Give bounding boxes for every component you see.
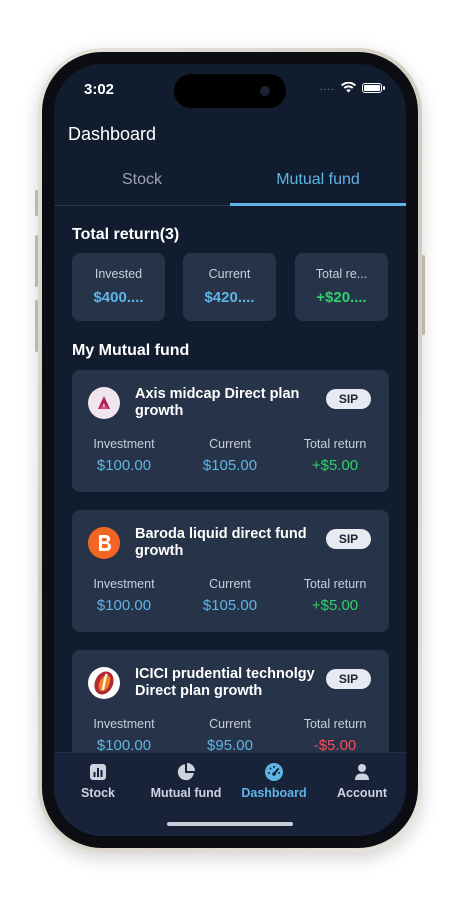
axis-logo-icon	[88, 387, 120, 419]
investment-column: Investment $100.00	[74, 577, 174, 614]
investment-value: $100.00	[96, 457, 152, 474]
return-value: +$5.00	[311, 457, 359, 474]
summary-label: Current	[208, 267, 251, 281]
investment-label: Investment	[93, 577, 155, 591]
nav-label: Dashboard	[241, 786, 307, 800]
fund-card-baroda[interactable]: Baroda liquid direct fund growth SIP Inv…	[72, 510, 389, 632]
current-column: Current $95.00	[180, 717, 280, 752]
summary-card-current: Current $420....	[183, 253, 276, 321]
signal-icon: ....	[319, 82, 335, 93]
fund-name: Axis midcap Direct plan growth	[135, 386, 300, 419]
mute-switch	[35, 190, 38, 216]
fund-name: ICICI prudential technolgy Direct plan g…	[135, 666, 315, 699]
nav-item-account[interactable]: Account	[318, 762, 406, 800]
investment-value: $100.00	[96, 737, 152, 752]
volume-down-button	[35, 300, 38, 352]
battery-icon	[362, 82, 385, 93]
tab-bar: Stock Mutual fund	[54, 168, 406, 206]
my-mutual-fund-heading: My Mutual fund	[72, 342, 190, 359]
sip-badge: SIP	[326, 529, 371, 549]
return-label: Total return	[303, 437, 367, 451]
return-column: Total return +$5.00	[285, 577, 385, 614]
current-label: Current	[209, 437, 251, 451]
return-column: Total return -$5.00	[285, 717, 385, 752]
current-label: Current	[209, 717, 251, 731]
nav-label: Mutual fund	[150, 786, 222, 800]
current-column: Current $105.00	[180, 437, 280, 474]
investment-label: Investment	[93, 717, 155, 731]
current-value: $105.00	[202, 597, 258, 614]
icici-logo-icon	[88, 667, 120, 699]
tab-stock[interactable]: Stock	[54, 168, 230, 192]
camera-icon	[260, 86, 270, 96]
page-title: Dashboard	[68, 124, 157, 144]
person-icon	[355, 764, 369, 780]
sip-badge: SIP	[326, 669, 371, 689]
return-value: +$5.00	[311, 597, 359, 614]
summary-value: +$20....	[316, 289, 367, 306]
summary-label: Invested	[94, 267, 143, 281]
current-column: Current $105.00	[180, 577, 280, 614]
return-label: Total return	[303, 577, 367, 591]
baroda-logo-icon	[88, 527, 120, 559]
investment-value: $100.00	[96, 597, 152, 614]
current-value: $105.00	[202, 457, 258, 474]
status-bar: 3:02 ....	[54, 64, 406, 114]
return-column: Total return +$5.00	[285, 437, 385, 474]
current-label: Current	[209, 577, 251, 591]
nav-label: Stock	[80, 786, 116, 800]
summary-card-total-return: Total re... +$20....	[295, 253, 388, 321]
investment-column: Investment $100.00	[74, 717, 174, 752]
return-label: Total return	[303, 717, 367, 731]
power-button	[422, 255, 425, 335]
summary-label: Total re...	[315, 267, 368, 281]
dynamic-island	[174, 74, 286, 108]
chart-bar-icon	[90, 764, 106, 780]
investment-column: Investment $100.00	[74, 437, 174, 474]
sip-badge: SIP	[326, 389, 371, 409]
current-value: $95.00	[207, 737, 253, 752]
fund-card-icici[interactable]: ICICI prudential technolgy Direct plan g…	[72, 650, 389, 752]
tab-mutual-fund[interactable]: Mutual fund	[230, 168, 406, 192]
app-screen: 3:02 .... Dashboard Stock Mutual fund To…	[54, 64, 406, 836]
nav-item-stock[interactable]: Stock	[54, 762, 142, 800]
home-indicator[interactable]	[167, 822, 293, 826]
return-value: -$5.00	[313, 737, 357, 752]
nav-label: Account	[337, 786, 387, 800]
gauge-icon	[265, 763, 283, 781]
wifi-icon	[341, 82, 356, 93]
pie-chart-icon	[177, 763, 195, 781]
fund-name: Baroda liquid direct fund growth	[135, 526, 307, 559]
nav-item-mutual-fund[interactable]: Mutual fund	[142, 762, 230, 800]
summary-card-invested: Invested $400....	[72, 253, 165, 321]
status-icons: ....	[319, 82, 385, 93]
summary-value: $400....	[93, 289, 144, 306]
nav-item-dashboard[interactable]: Dashboard	[230, 762, 318, 800]
investment-label: Investment	[93, 437, 155, 451]
volume-up-button	[35, 235, 38, 287]
status-time: 3:02	[84, 81, 115, 98]
scroll-content[interactable]: Total return(3) Invested $400.... Curren…	[54, 206, 406, 752]
total-return-heading: Total return(3)	[72, 226, 180, 243]
summary-value: $420....	[204, 289, 255, 306]
fund-card-axis[interactable]: Axis midcap Direct plan growth SIP Inves…	[72, 370, 389, 492]
